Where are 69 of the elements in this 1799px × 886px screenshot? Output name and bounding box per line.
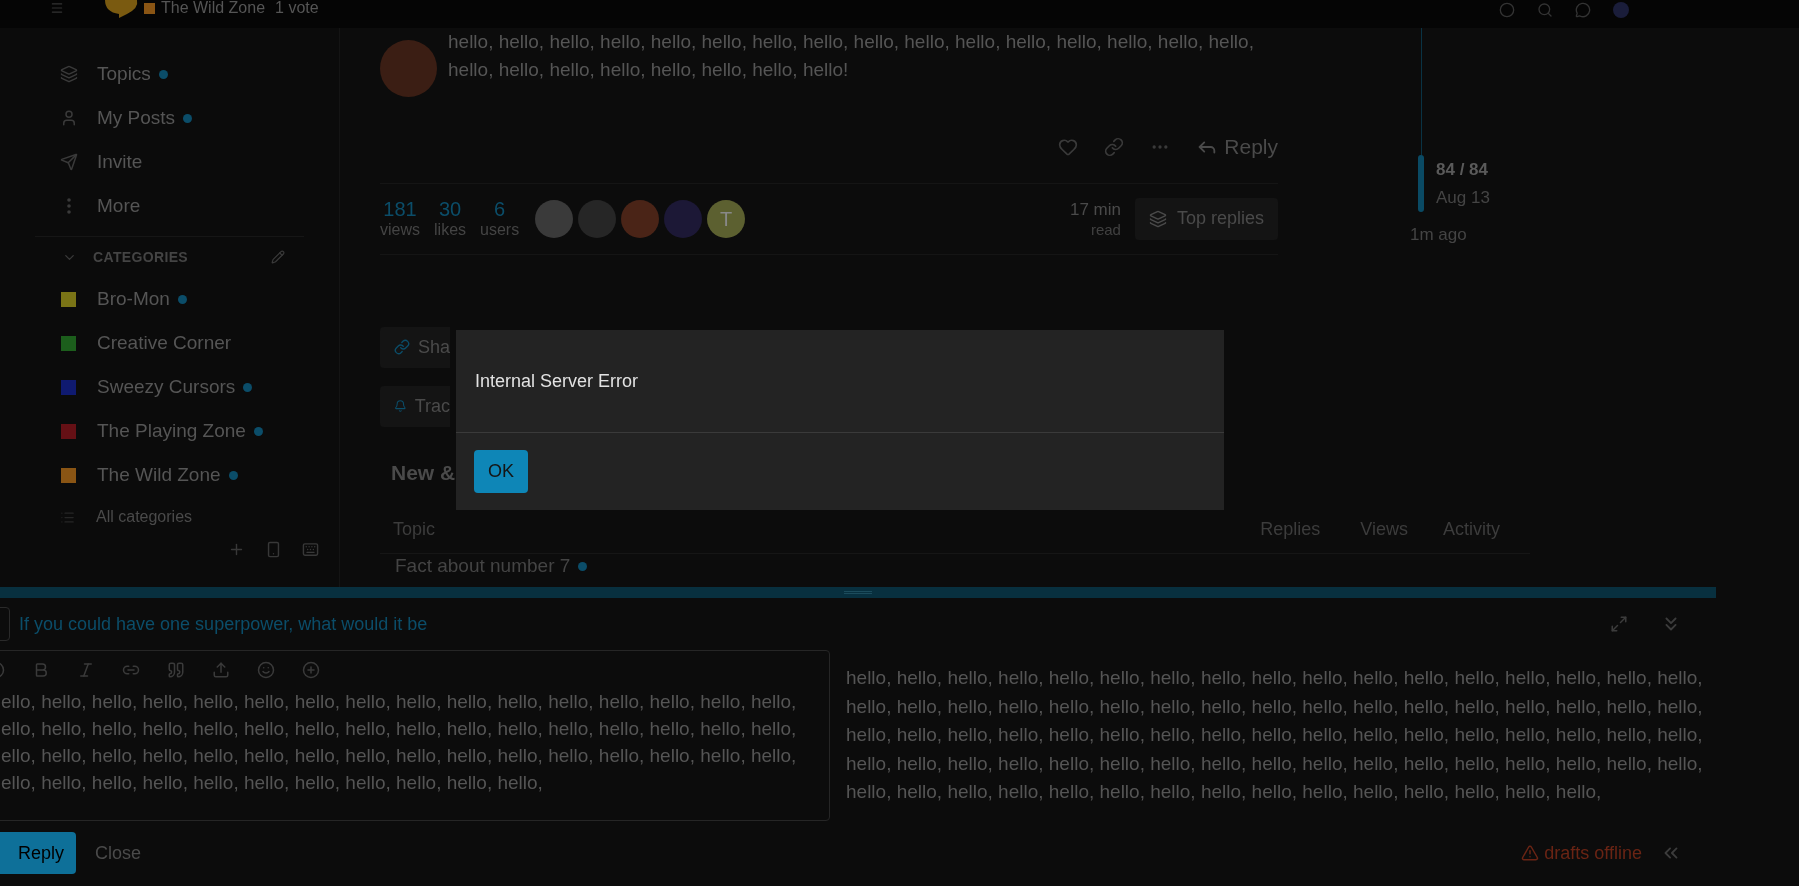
more-icon: [67, 198, 71, 214]
link-icon[interactable]: [1104, 136, 1125, 157]
last-activity: 1m ago: [1410, 224, 1468, 246]
user-avatar[interactable]: [1613, 2, 1629, 18]
search-icon[interactable]: [1537, 2, 1553, 18]
user-icon: [60, 109, 78, 127]
editor-field[interactable]: [0, 650, 830, 821]
sidebar-link[interactable]: Invite: [97, 147, 143, 177]
close-button[interactable]: Close: [95, 839, 142, 867]
draft-status: drafts offline: [1544, 841, 1642, 865]
add-icon[interactable]: [302, 661, 320, 679]
stat-value: 30: [438, 197, 462, 220]
read-time: 17 min: [1069, 198, 1121, 221]
user-avatar[interactable]: [380, 40, 437, 97]
editor-text: ello, hello, hello, hello, hello, hello, hello, hello, hello, hello, hello, hello, hello, hello, hello, hello, ello, hello, hello, hello, hello, hello, hello, hello, hello, hello, hello, hello, hello, hello, hello, hello, ello, hello, hello, hello, hello, hello, hello, hello, hello, hello, hello, hello, hello, hello, hello, hello, ello, hello, hello, hello, hello, hello, hello, hello, hello, hello, hello,: [0, 690, 798, 795]
post-text: hello, hello, hello, hello, hello, hello, hello, hello, hello, hello, hello, hello, hello, hello, hello, hello, hello, hello, hello, hello, hello, hello, hello, hello!: [448, 30, 1255, 82]
phone-icon[interactable]: [265, 541, 282, 558]
stat-value: 6: [494, 197, 506, 220]
sidebar-link[interactable]: Bro-Mon: [97, 284, 170, 314]
timeline-position: 84 / 84: [1436, 159, 1489, 181]
pencil-icon[interactable]: [271, 250, 285, 264]
sidebar-link[interactable]: Sweezy Cursors: [97, 372, 236, 402]
sidebar-link[interactable]: All categories: [96, 505, 193, 529]
paper-plane-icon: [60, 153, 78, 171]
timeline-handle[interactable]: [1418, 155, 1424, 212]
timeline-date: Aug 13: [1436, 187, 1490, 209]
user-avatar[interactable]: [578, 199, 617, 238]
sidebar-link[interactable]: Creative Corner: [97, 328, 232, 358]
expand-icon[interactable]: [1610, 615, 1628, 633]
sidebar-link[interactable]: Topics: [97, 59, 151, 89]
chat-icon[interactable]: [1575, 2, 1591, 18]
list-icon: [60, 509, 75, 525]
stat-label: users: [480, 219, 520, 240]
user-avatar[interactable]: [664, 199, 703, 238]
topic-title-link[interactable]: If you could have one superpower, what would it be: [19, 610, 428, 638]
emoji-icon[interactable]: [257, 661, 275, 679]
layers-icon: [1148, 209, 1167, 228]
reply-button[interactable]: Reply: [0, 832, 76, 874]
letter-avatar[interactable]: T: [707, 199, 746, 238]
sidebar-link[interactable]: More: [97, 191, 141, 221]
stat-label: likes: [434, 219, 467, 240]
sidebar-link[interactable]: The Playing Zone: [97, 416, 246, 446]
add-icon[interactable]: [228, 541, 245, 558]
preview-text: hello, hello, hello, hello, hello, hello, hello, hello, hello, hello, hello, hello, hello, hello, hello, hello, hello, hello, hello, hello, hello, hello, hello, hello, hello, hello, hello, hello, hello, hello, hello, hello, hello, hello, hello, hello, hello, hello, hello, hello, hello, hello, hello, hello, hello, hello, hello, hello, hello, hello, hello, hello, hello, hello, hello, hello, hello, hello, hello, hello, hello, hello, hello, hello, hello, hello, hello, hello, hello, hello, hello, hello, hello, hello, hello, hello, hello, hello, hello, hello, hello, hello, hello,: [846, 666, 1703, 804]
bell-icon: [394, 397, 407, 415]
dialog-message: Internal Server Error: [475, 369, 639, 393]
like-icon[interactable]: [1058, 136, 1079, 157]
topic-link[interactable]: Fact about number 7: [395, 556, 571, 576]
logo-icon[interactable]: [103, 0, 139, 18]
quote-icon[interactable]: [167, 661, 185, 679]
user-avatar[interactable]: [621, 199, 660, 238]
keyboard-icon[interactable]: [302, 541, 319, 558]
stat-label: views: [380, 219, 420, 240]
warning-icon: [1521, 844, 1540, 862]
resize-grip[interactable]: [0, 587, 1716, 598]
section-heading: New &: [391, 459, 456, 486]
sidebar-link[interactable]: My Posts: [97, 103, 176, 133]
upload-icon[interactable]: [212, 661, 230, 679]
section-heading[interactable]: CATEGORIES: [93, 246, 189, 268]
category-link[interactable]: The Wild Zone: [161, 0, 266, 16]
sidebar-link[interactable]: The Wild Zone: [97, 460, 221, 490]
italic-icon[interactable]: [77, 661, 95, 679]
layers-icon: [60, 65, 78, 83]
link-icon: [394, 338, 410, 356]
ok-button[interactable]: OK: [474, 450, 528, 493]
reply-button[interactable]: Reply: [1196, 131, 1278, 163]
stat-value: 181: [383, 197, 417, 220]
user-avatar[interactable]: [535, 199, 574, 238]
vote-count: 1 vote: [275, 0, 319, 16]
